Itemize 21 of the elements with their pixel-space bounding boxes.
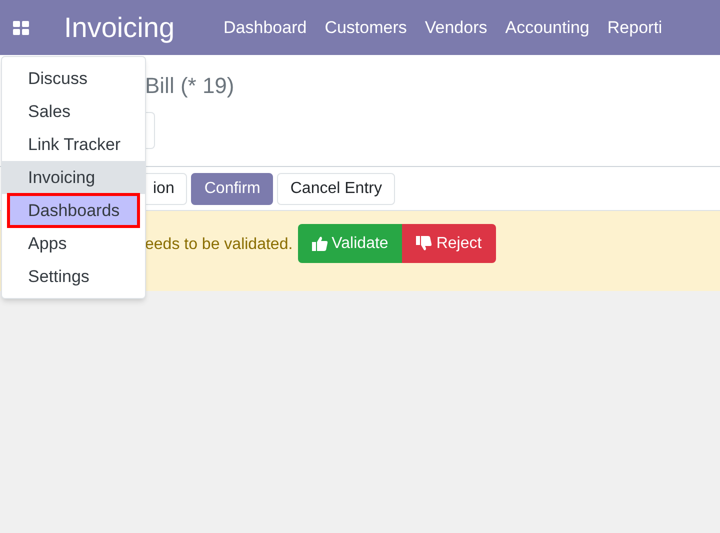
alert-message: eeds to be validated.: [145, 235, 293, 255]
menu-item[interactable]: Discuss: [2, 62, 145, 95]
nav-link[interactable]: Dashboard: [214, 14, 316, 40]
menu-item[interactable]: Settings: [2, 260, 145, 293]
nav-link[interactable]: Customers: [316, 14, 416, 40]
menu-item[interactable]: Sales: [2, 95, 145, 128]
thumbs-up-icon: [312, 236, 328, 251]
nav-link[interactable]: Reporti: [598, 14, 672, 40]
alert-button[interactable]: Reject: [402, 224, 496, 263]
action-button[interactable]: Cancel Entry: [277, 172, 395, 204]
nav-link[interactable]: Vendors: [416, 14, 496, 40]
menu-item[interactable]: Dashboards: [8, 194, 139, 227]
action-button[interactable]: Confirm: [191, 172, 274, 204]
thumbs-down-icon: [416, 236, 432, 251]
nav-link[interactable]: Accounting: [496, 14, 598, 40]
menu-item[interactable]: Invoicing: [2, 161, 145, 194]
menu-item[interactable]: Link Tracker: [2, 128, 145, 161]
grid-menu-icon[interactable]: [13, 20, 29, 34]
app-title: Invoicing: [64, 10, 175, 45]
menu-item[interactable]: Apps: [2, 227, 145, 260]
breadcrumb: Bill (* 19): [145, 72, 236, 100]
